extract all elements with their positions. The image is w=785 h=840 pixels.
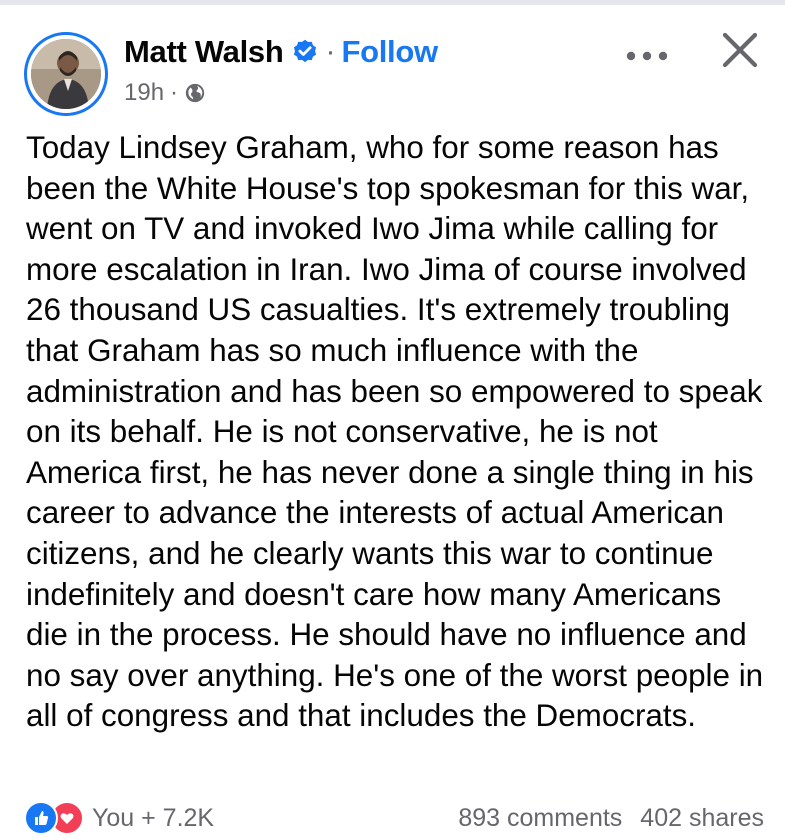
avatar-silhouette-icon bbox=[31, 39, 101, 109]
shares-count[interactable]: 402 shares bbox=[640, 804, 764, 833]
close-button[interactable] bbox=[716, 26, 764, 74]
verified-badge-icon bbox=[291, 38, 319, 66]
author-name[interactable]: Matt Walsh bbox=[124, 34, 284, 70]
post-header: Matt Walsh · Follow 19h · bbox=[24, 26, 764, 116]
meta-separator: · bbox=[170, 79, 179, 106]
more-horizontal-icon bbox=[626, 51, 668, 61]
name-row: Matt Walsh · Follow bbox=[124, 30, 438, 74]
reactions-summary[interactable]: You + 7.2K bbox=[24, 801, 214, 835]
comments-count[interactable]: 893 comments bbox=[458, 804, 622, 833]
post-footer: You + 7.2K 893 comments 402 shares bbox=[24, 798, 764, 838]
post-text: Today Lindsey Graham, who for some reaso… bbox=[26, 130, 764, 734]
like-icon bbox=[24, 801, 58, 835]
name-separator: · bbox=[325, 35, 336, 68]
globe-icon bbox=[184, 82, 206, 104]
top-divider bbox=[0, 0, 785, 5]
avatar-photo bbox=[31, 39, 101, 109]
close-icon bbox=[722, 32, 758, 68]
reaction-count[interactable]: You + 7.2K bbox=[92, 804, 214, 833]
post-meta: 19h · bbox=[124, 78, 206, 108]
engagement-counts: 893 comments 402 shares bbox=[458, 804, 764, 833]
more-options-button[interactable] bbox=[622, 36, 672, 76]
follow-button[interactable]: Follow bbox=[341, 34, 438, 70]
avatar[interactable] bbox=[24, 32, 108, 116]
post-timestamp[interactable]: 19h bbox=[124, 79, 164, 107]
